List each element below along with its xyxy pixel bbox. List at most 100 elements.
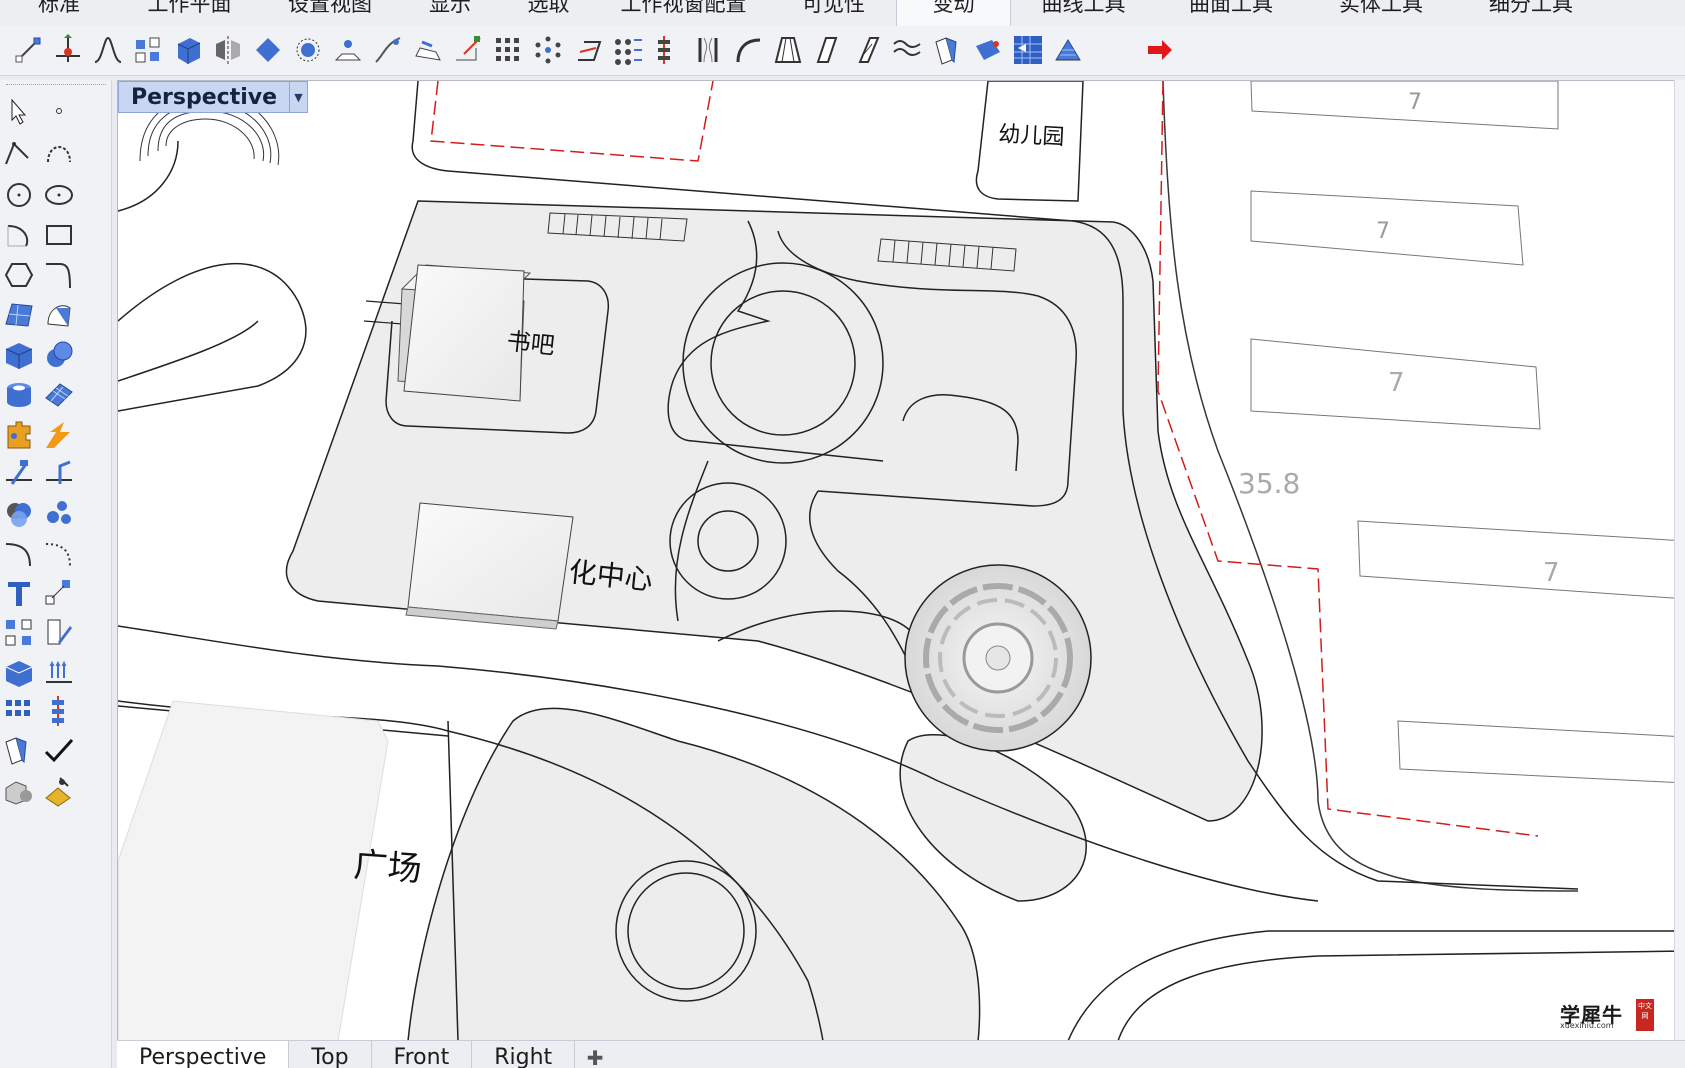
- taper-icon[interactable]: [772, 34, 804, 66]
- flow-srf-icon[interactable]: [1052, 34, 1084, 66]
- scale-icon[interactable]: [12, 34, 44, 66]
- check-icon[interactable]: [42, 734, 76, 768]
- tab-transform[interactable]: 变动: [896, 0, 1011, 26]
- cylinder-icon[interactable]: [2, 378, 36, 412]
- polygon-icon[interactable]: [2, 258, 36, 292]
- unroll-icon[interactable]: [932, 34, 964, 66]
- orient-icon[interactable]: [252, 34, 284, 66]
- explode-icon[interactable]: [42, 418, 76, 452]
- shear-icon[interactable]: [572, 34, 604, 66]
- transform-toolbar: [0, 26, 1685, 76]
- stack-icon[interactable]: [42, 694, 76, 728]
- align-icon[interactable]: [132, 34, 164, 66]
- flow-icon[interactable]: [372, 34, 404, 66]
- toolbar-grip[interactable]: [6, 84, 106, 87]
- building-square-block: [118, 700, 389, 1040]
- ellipse-icon[interactable]: [42, 178, 76, 212]
- array-polar-icon[interactable]: [532, 34, 564, 66]
- red-arrow-icon[interactable]: [1144, 34, 1176, 66]
- tab-set-view[interactable]: 设置视图: [261, 0, 399, 26]
- tab-surface-tools[interactable]: 曲面工具: [1156, 0, 1306, 26]
- group-icon[interactable]: [2, 616, 36, 650]
- tab-curve-tools[interactable]: 曲线工具: [1011, 0, 1156, 26]
- mirror-icon[interactable]: [212, 34, 244, 66]
- puzzle-icon[interactable]: [2, 418, 36, 452]
- select-arrow-icon[interactable]: [2, 94, 36, 128]
- tab-cplanes[interactable]: 工作平面: [118, 0, 261, 26]
- label-book-bar: 书吧: [505, 327, 556, 360]
- viewport-title[interactable]: Perspective: [131, 85, 289, 110]
- extrude-surface-icon[interactable]: [42, 298, 76, 332]
- trim-icon[interactable]: [42, 456, 76, 490]
- gumball-icon[interactable]: [52, 34, 84, 66]
- stretch-box-icon[interactable]: [1012, 34, 1044, 66]
- array-srf-icon[interactable]: [652, 34, 684, 66]
- building-culture-center: [405, 502, 574, 630]
- cage-edit-icon[interactable]: [892, 34, 924, 66]
- tab-perspective[interactable]: Perspective: [117, 1041, 290, 1068]
- sphere-icon[interactable]: [42, 338, 76, 372]
- box-icon[interactable]: [2, 338, 36, 372]
- right-edge-panel: [1674, 80, 1685, 1040]
- rotate-3d-icon[interactable]: [292, 34, 324, 66]
- array-grid-icon[interactable]: [2, 694, 36, 728]
- curve-from-object-icon[interactable]: [2, 536, 36, 570]
- polyline-icon[interactable]: [2, 136, 36, 170]
- label-floor-count-a: 7: [1408, 90, 1422, 115]
- tab-visibility[interactable]: 可见性: [771, 0, 896, 26]
- rectangle-icon[interactable]: [42, 218, 76, 252]
- label-floor-count-c: 7: [1388, 368, 1405, 398]
- label-floor-count-b: 7: [1376, 219, 1390, 244]
- watermark-seal: 中文网: [1636, 999, 1654, 1031]
- project-icon[interactable]: [332, 34, 364, 66]
- stretch-icon[interactable]: [692, 34, 724, 66]
- transform-scale-icon[interactable]: [42, 576, 76, 610]
- label-floor-count-d: 7: [1543, 558, 1560, 588]
- tab-select[interactable]: 选取: [501, 0, 596, 26]
- tab-subd-tools[interactable]: 细分工具: [1456, 0, 1606, 26]
- viewport-menu-dropdown-icon[interactable]: ▼: [289, 82, 307, 112]
- tab-right[interactable]: Right: [472, 1041, 576, 1068]
- mesh-plane-icon[interactable]: [42, 378, 76, 412]
- bend-icon[interactable]: [92, 34, 124, 66]
- boolean-union-icon[interactable]: [2, 496, 36, 530]
- squish-icon[interactable]: [972, 34, 1004, 66]
- arc-icon[interactable]: [2, 218, 36, 252]
- surface-from-points-icon[interactable]: [2, 298, 36, 332]
- edit-pen-icon[interactable]: [42, 616, 76, 650]
- setpt-icon[interactable]: [452, 34, 484, 66]
- tab-solid-tools[interactable]: 实体工具: [1306, 0, 1456, 26]
- label-elevation: 35.8: [1238, 467, 1300, 500]
- layer-icon[interactable]: [2, 734, 36, 768]
- fountain: [904, 564, 1092, 752]
- dashed-curve-icon[interactable]: [42, 536, 76, 570]
- split-icon[interactable]: [2, 456, 36, 490]
- curve-icon[interactable]: [42, 136, 76, 170]
- flow-along-icon[interactable]: [732, 34, 764, 66]
- text-icon[interactable]: [2, 576, 36, 610]
- material-icon[interactable]: [42, 774, 76, 808]
- fillet-curve-icon[interactable]: [42, 258, 76, 292]
- viewport-title-bar[interactable]: Perspective ▼: [118, 81, 309, 113]
- smooth-icon[interactable]: [852, 34, 884, 66]
- tab-standard[interactable]: 标准: [0, 0, 118, 26]
- watermark-url: xuexiniu.com: [1560, 1021, 1614, 1030]
- ruler-icon[interactable]: [42, 656, 76, 690]
- circle-icon[interactable]: [2, 178, 36, 212]
- tab-viewport-layout[interactable]: 工作视窗配置: [596, 0, 771, 26]
- box-edit-icon[interactable]: [172, 34, 204, 66]
- splop-icon[interactable]: [812, 34, 844, 66]
- tab-display[interactable]: 显示: [399, 0, 501, 26]
- lawn-island: [899, 733, 1087, 902]
- add-viewport-tab-icon[interactable]: ✚: [575, 1041, 615, 1068]
- box-blue-icon[interactable]: [2, 656, 36, 690]
- point-icon[interactable]: [42, 94, 76, 128]
- render-icon[interactable]: [2, 774, 36, 808]
- perspective-viewport[interactable]: Perspective ▼ 幼儿园 7 7 7 7 35.8 书吧 化中心 广场: [117, 80, 1685, 1040]
- tab-top[interactable]: Top: [289, 1041, 372, 1068]
- tab-front[interactable]: Front: [372, 1041, 473, 1068]
- boolean-split-icon[interactable]: [42, 496, 76, 530]
- array-curve-icon[interactable]: [612, 34, 644, 66]
- array-icon[interactable]: [492, 34, 524, 66]
- twist-icon[interactable]: [412, 34, 444, 66]
